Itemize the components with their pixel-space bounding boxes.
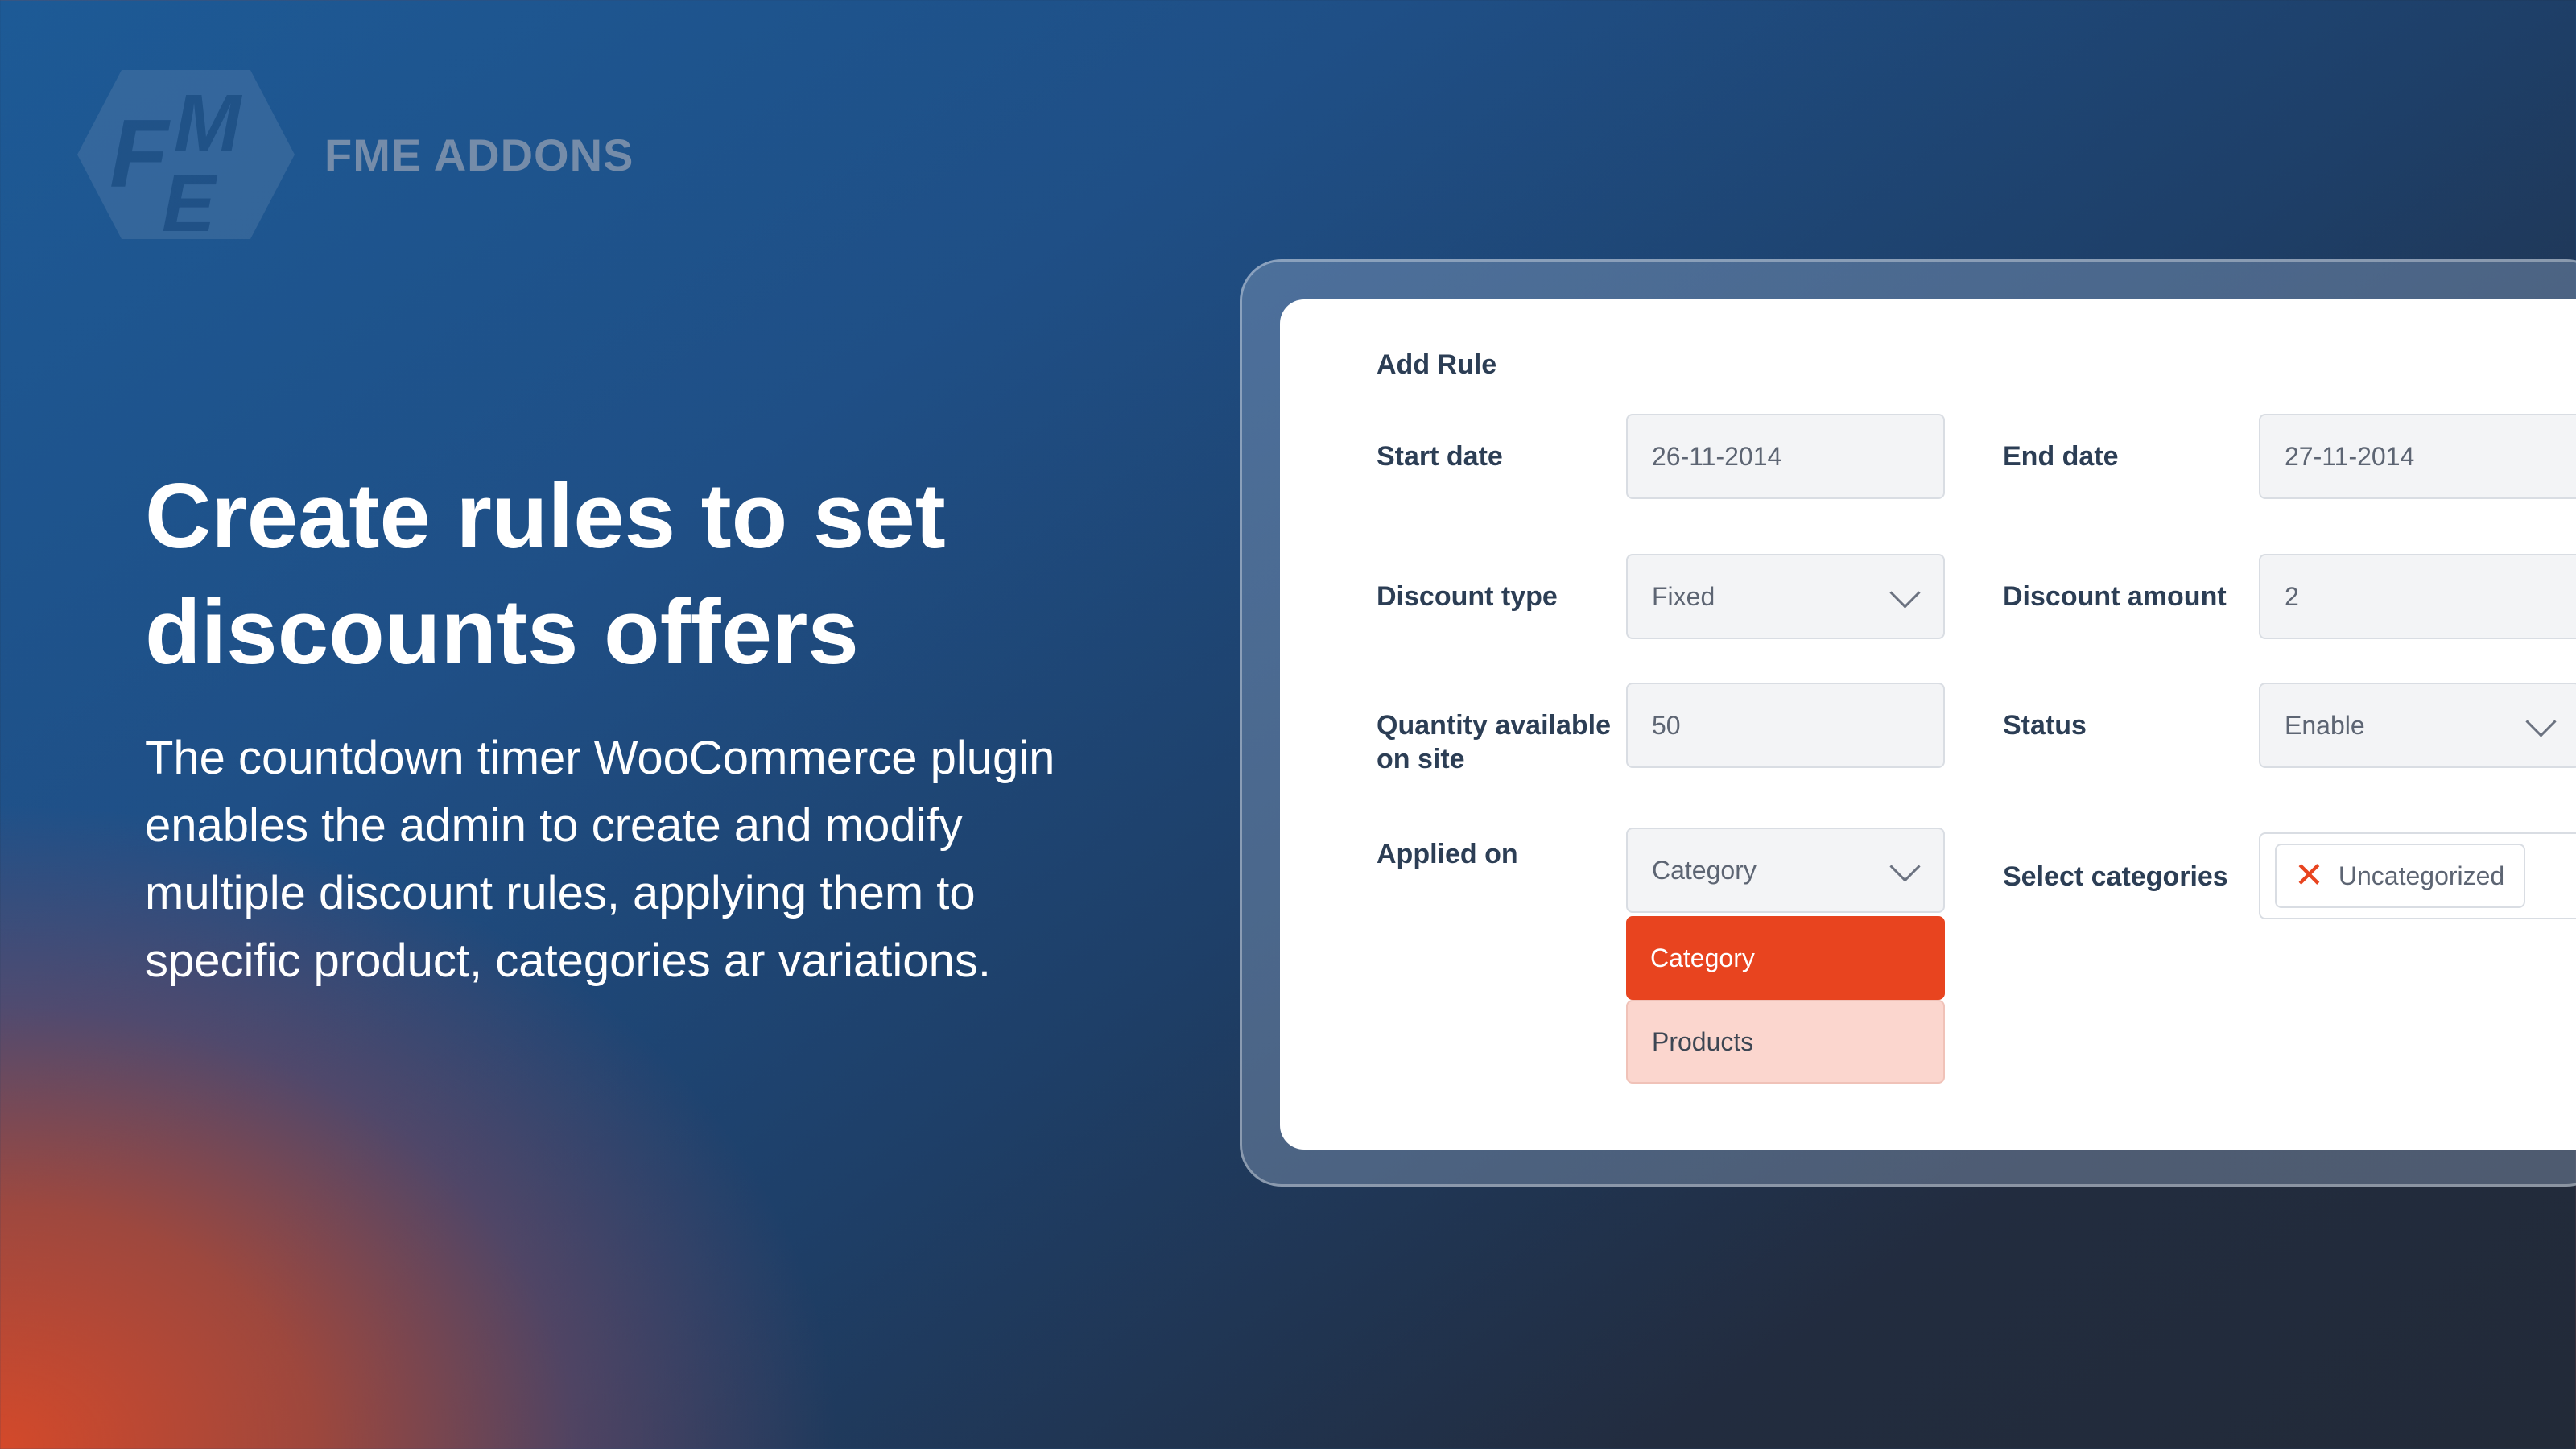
- description-line-3: multiple discount rules, applying them t…: [145, 867, 976, 919]
- applied-on-select[interactable]: Category: [1626, 828, 1945, 913]
- discount-type-select[interactable]: Fixed: [1626, 554, 1945, 639]
- start-date-label: Start date: [1377, 441, 1503, 472]
- discount-amount-value: 2: [2285, 581, 2299, 611]
- svg-text:M: M: [174, 78, 243, 168]
- applied-on-option-category[interactable]: Category: [1626, 916, 1945, 1000]
- headline-line-2: discounts offers: [145, 581, 859, 683]
- quantity-label-line-2: on site: [1377, 744, 1465, 774]
- end-date-field[interactable]: 27-11-2014: [2259, 414, 2576, 499]
- description: The countdown timer WooCommerce plugin e…: [145, 724, 1191, 995]
- brand-name: FME ADDONS: [324, 130, 634, 180]
- status-select[interactable]: Enable: [2259, 683, 2576, 768]
- chevron-down-icon: [1889, 577, 1921, 609]
- category-tag-label: Uncategorized: [2338, 861, 2505, 890]
- applied-on-option-products[interactable]: Products: [1626, 1000, 1945, 1084]
- chevron-down-icon: [1889, 851, 1921, 882]
- headline: Create rules to set discounts offers: [145, 459, 1151, 691]
- quantity-label: Quantity available on site: [1377, 708, 1611, 776]
- add-rule-card: Add Rule Start date 26-11-2014 End date …: [1280, 299, 2576, 1150]
- applied-on-label: Applied on: [1377, 839, 1518, 869]
- discount-amount-field[interactable]: 2: [2259, 554, 2576, 639]
- quantity-value: 50: [1652, 710, 1681, 740]
- end-date-value: 27-11-2014: [2285, 441, 2415, 471]
- page: F M E FME ADDONS Create rules to set dis…: [0, 0, 2576, 1449]
- status-label: Status: [2003, 710, 2087, 741]
- quantity-field[interactable]: 50: [1626, 683, 1945, 768]
- chevron-down-icon: [2525, 706, 2557, 737]
- description-line-4: specific product, categories ar variatio…: [145, 935, 991, 987]
- category-tag: ✕ Uncategorized: [2275, 844, 2526, 908]
- discount-type-label: Discount type: [1377, 581, 1558, 612]
- select-categories-label: Select categories: [2003, 861, 2228, 892]
- form-title: Add Rule: [1377, 349, 1497, 380]
- description-line-2: enables the admin to create and modify: [145, 799, 963, 852]
- select-categories-field[interactable]: ✕ Uncategorized: [2259, 832, 2576, 919]
- start-date-field[interactable]: 26-11-2014: [1626, 414, 1945, 499]
- description-line-1: The countdown timer WooCommerce plugin: [145, 732, 1055, 784]
- applied-on-value: Category: [1652, 855, 1757, 885]
- fme-logo-icon: F M E: [77, 70, 295, 243]
- option-label: Category: [1650, 943, 1755, 972]
- start-date-value: 26-11-2014: [1652, 441, 1782, 471]
- discount-amount-label: Discount amount: [2003, 581, 2227, 612]
- end-date-label: End date: [2003, 441, 2119, 472]
- quantity-label-line-1: Quantity available: [1377, 710, 1611, 741]
- close-icon[interactable]: ✕: [2294, 858, 2324, 894]
- headline-line-1: Create rules to set: [145, 465, 946, 568]
- option-label: Products: [1652, 1026, 1754, 1056]
- discount-type-value: Fixed: [1652, 581, 1715, 611]
- status-value: Enable: [2285, 710, 2365, 740]
- svg-text:E: E: [162, 159, 218, 243]
